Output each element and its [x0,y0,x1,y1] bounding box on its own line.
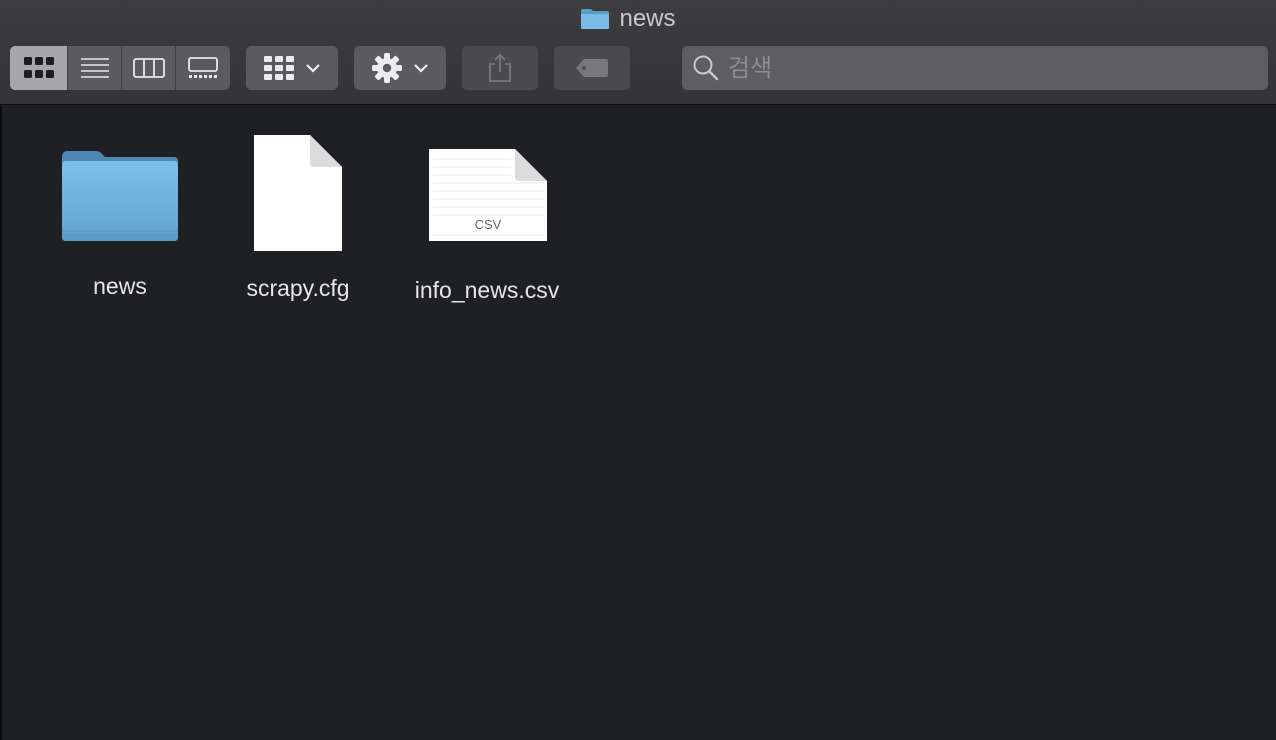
file-area: news scrapy.cfg CSV info_news.csv [2,105,1276,740]
action-menu-button[interactable] [354,46,446,90]
file-item-news[interactable]: news [42,141,198,311]
columns-icon [132,58,165,78]
window-title: news [619,5,676,32]
tag-icon [576,59,608,77]
list-icon [80,58,109,78]
window-title-bar: news [0,5,1276,33]
share-button[interactable] [462,46,538,90]
file-name: info_news.csv [414,277,560,303]
tag-button[interactable] [554,46,630,90]
csv-document-icon: CSV [429,149,547,241]
file-item-info-news-csv[interactable]: CSV info_news.csv [402,145,572,311]
folder-icon [581,9,610,29]
finder-window: news 검색 news scrapy.cfg CSV info_news.cs… [0,0,1276,740]
share-icon [489,53,511,82]
chevron-down-icon [414,64,428,73]
grid-icon [23,57,54,78]
view-mode-control [10,46,230,90]
search-field[interactable] [682,46,1268,90]
chevron-down-icon [306,64,320,73]
group-grid-icon [264,56,294,80]
gallery-view-button[interactable] [176,46,230,90]
search-icon [693,55,719,81]
toolbar: news [0,0,1276,105]
file-name: scrapy.cfg [246,275,350,301]
search-input[interactable] [728,48,1248,88]
gallery-icon [188,57,218,78]
column-view-button[interactable] [122,46,176,90]
file-name: news [93,273,147,299]
icon-view-button[interactable] [10,46,68,90]
file-item-scrapy-cfg[interactable]: scrapy.cfg [220,131,376,311]
group-by-button[interactable] [246,46,338,90]
list-view-button[interactable] [68,46,122,90]
gear-icon [372,53,402,83]
blank-document-icon [254,135,342,251]
folder-icon [62,151,178,241]
csv-badge: CSV [475,217,502,232]
